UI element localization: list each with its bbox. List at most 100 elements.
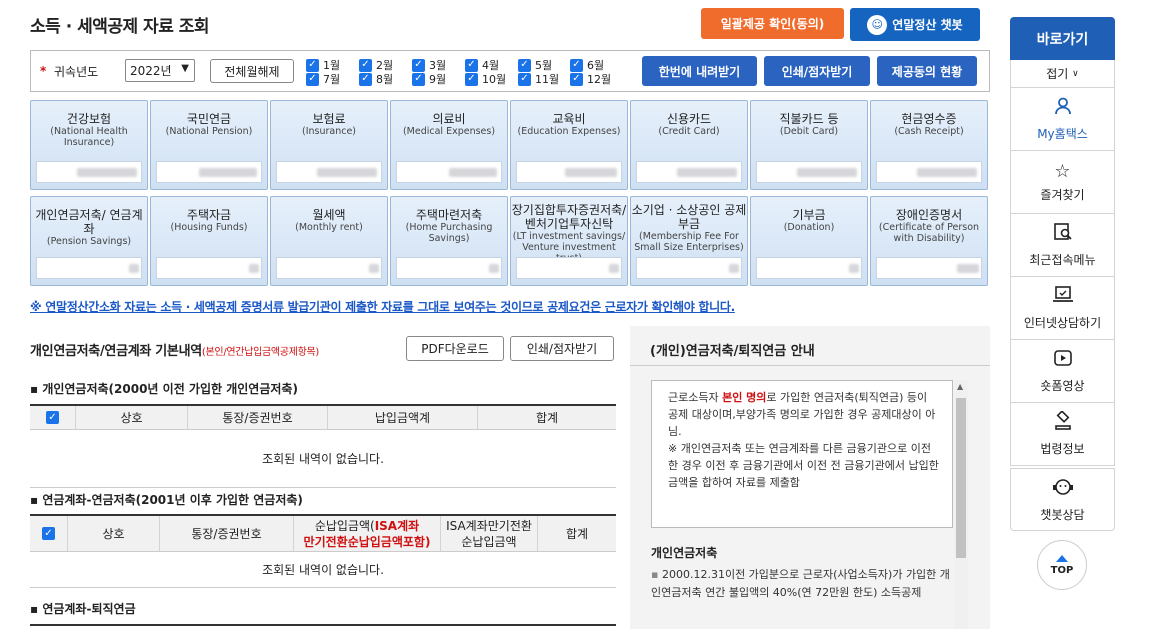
category-grid: 건강보험 (National Health Insurance) 국민연금 (Nat… [30, 100, 990, 288]
sidebar-header: 바로가기 [1010, 17, 1115, 60]
checkbox-checked-icon: ✓ [465, 58, 478, 72]
category-health-insurance[interactable]: 건강보험 (National Health Insurance) [30, 100, 148, 190]
gavel-icon [1053, 410, 1073, 436]
chatbot-icon [1052, 477, 1074, 502]
year-select[interactable]: 2022년 ▼ [125, 59, 195, 82]
category-cash-receipt[interactable]: 현금영수증 (Cash Receipt) [870, 100, 988, 190]
scroll-thumb[interactable] [956, 398, 966, 558]
table1-heading: ▪ 개인연금저축(2000년 이전 가입한 개인연금저축) [30, 382, 298, 396]
deselect-all-months-button[interactable]: 전체월해제 [210, 59, 294, 83]
select-all-checkbox[interactable]: ✓ [30, 406, 75, 429]
info-scrollbar[interactable]: ▲ [954, 380, 968, 629]
quick-links-sidebar: 바로가기 접기 ∨ My홈택스 ☆ 즐겨찾기 최근접속메뉴 인터넷상담하기 숏폼… [1010, 17, 1115, 531]
info-title: (개인)연금저축/퇴직연금 안내 [630, 326, 990, 366]
empty-message: 조회된 내역이 없습니다. [30, 552, 616, 588]
category-medical[interactable]: 의료비 (Medical Expenses) [390, 100, 508, 190]
category-lt-investment[interactable]: 장기집합투자증권저축/ 벤처기업투자신탁 (LT investment savin… [510, 196, 628, 286]
scroll-top-button[interactable]: TOP [1037, 540, 1087, 590]
month-checkbox-8[interactable]: ✓ 8월 [359, 71, 393, 87]
month-checkbox-7[interactable]: ✓ 7월 [306, 71, 340, 87]
amount-field [876, 257, 982, 279]
category-small-enterprise[interactable]: 소기업 · 소상공인 공제부금 (Membership Fee For Small… [630, 196, 748, 286]
amount-field [636, 161, 742, 183]
checkbox-checked-icon: ✓ [570, 58, 583, 72]
sidebar-fold-button[interactable]: 접기 ∨ [1010, 60, 1115, 88]
amount-field [396, 161, 502, 183]
download-all-button[interactable]: 한번에 내려받기 [642, 56, 757, 86]
select-all-checkbox[interactable]: ✓ [30, 516, 67, 551]
category-housing-funds[interactable]: 주택자금 (Housing Funds) [150, 196, 268, 286]
sidebar-item-online-consult[interactable]: 인터넷상담하기 [1010, 277, 1115, 340]
notice-link[interactable]: ※ 연말정산간소화 자료는 소득 · 세액공제 증명서류 발급기관이 제출한 자… [30, 298, 735, 315]
sidebar-item-chatbot[interactable]: 챗봇상담 [1010, 468, 1115, 531]
user-icon [1053, 96, 1073, 121]
amount-field [516, 161, 622, 183]
chatbot-button-label: 연말정산 챗봇 [892, 18, 963, 32]
section-subtitle: (본인/연간납입금액공제항목) [201, 347, 319, 358]
sidebar-item-shortform-video[interactable]: 숏폼영상 [1010, 340, 1115, 403]
chatbot-button[interactable]: ☺ 연말정산 챗봇 [850, 8, 980, 41]
chatbot-icon: ☺ [867, 14, 888, 35]
isa-payment-header: ISA계좌만기전환 순납입금액 [440, 516, 537, 551]
info-box: 근로소득자 본인 명의로 가입한 연금저축(퇴직연금) 등이 공제 대상이며,부… [651, 380, 953, 528]
table2-heading: ▪ 연금계좌-연금저축(2001년 이후 가입한 연금저축) [30, 493, 303, 507]
section-title: 개인연금저축/연금계좌 기본내역(본인/연간납입금액공제항목) [30, 344, 319, 359]
chevron-down-icon: ∨ [1072, 68, 1079, 79]
month-checkbox-11[interactable]: ✓ 11월 [518, 71, 559, 87]
category-national-pension[interactable]: 국민연금 (National Pension) [150, 100, 268, 190]
amount-field [756, 161, 862, 183]
checkbox-checked-icon: ✓ [465, 72, 478, 86]
month-checkbox-12[interactable]: ✓ 12월 [570, 71, 611, 87]
category-home-purchasing-savings[interactable]: 주택마련저축 (Home Purchasing Savings) [390, 196, 508, 286]
amount-field [36, 257, 142, 279]
checkbox-checked-icon: ✓ [570, 72, 583, 86]
checkbox-checked-icon: ✓ [412, 58, 425, 72]
checkbox-checked-icon: ✓ [359, 58, 372, 72]
required-mark: * [40, 64, 47, 78]
checkbox-checked-icon: ✓ [359, 72, 372, 86]
consent-status-button[interactable]: 제공동의 현황 [877, 56, 977, 86]
laptop-chat-icon [1052, 285, 1074, 310]
print-braille-button-2[interactable]: 인쇄/점자받기 [510, 336, 614, 361]
bulk-consent-button[interactable]: 일괄제공 확인(동의) [701, 8, 844, 39]
category-debit-card[interactable]: 직불카드 등 (Debit Card) [750, 100, 868, 190]
sidebar-item-my-hometax[interactable]: My홈택스 [1010, 88, 1115, 151]
category-education[interactable]: 교육비 (Education Expenses) [510, 100, 628, 190]
amount-field [516, 257, 622, 279]
info-panel: (개인)연금저축/퇴직연금 안내 근로소득자 본인 명의로 가입한 연금저축(퇴… [630, 326, 990, 629]
sidebar-item-legal-info[interactable]: 법령정보 [1010, 403, 1115, 466]
chevron-down-icon: ▼ [181, 63, 189, 74]
info-sub-heading: 개인연금저축 [651, 546, 718, 560]
sidebar-item-recent-menu[interactable]: 최근접속메뉴 [1010, 214, 1115, 277]
month-checkbox-9[interactable]: ✓ 9월 [412, 71, 446, 87]
empty-message: 조회된 내역이 없습니다. [30, 430, 616, 488]
category-monthly-rent[interactable]: 월세액 (Monthly rent) [270, 196, 388, 286]
amount-field [276, 161, 382, 183]
arrow-up-icon [1056, 554, 1068, 562]
net-payment-header: 순납입금액(ISA계좌 만기전환순납입금액포함) [293, 516, 440, 551]
play-icon [1053, 348, 1073, 373]
pension-savings-table: ✓ 상호 통장/증권번호 납입금액계 합계 조회된 내역이 없습니다. [30, 404, 616, 488]
pdf-download-button[interactable]: PDF다운로드 [406, 336, 504, 361]
pension-account-table: ✓ 상호 통장/증권번호 순납입금액(ISA계좌 만기전환순납입금액포함) IS… [30, 514, 616, 588]
scroll-up-icon[interactable]: ▲ [957, 382, 963, 391]
table3-heading: ▪ 연금계좌-퇴직연금 [30, 602, 136, 616]
month-checkbox-10[interactable]: ✓ 10월 [465, 71, 506, 87]
checkbox-checked-icon: ✓ [518, 72, 531, 86]
checkbox-checked-icon: ✓ [42, 527, 55, 540]
sidebar-item-favorites[interactable]: ☆ 즐겨찾기 [1010, 151, 1115, 214]
month-checkboxes: ✓ 1월 ✓ 2월 ✓ 3월 ✓ 4월 ✓ 5월 ✓ 6월 ✓ 7월 ✓ 8월 ✓ 9월 ✓ 10월… [306, 57, 626, 87]
amount-field [756, 257, 862, 279]
print-braille-button[interactable]: 인쇄/점자받기 [764, 56, 870, 86]
category-insurance[interactable]: 보험료 (Insurance) [270, 100, 388, 190]
category-pension-savings[interactable]: 개인연금저축/ 연금계좌 (Pension Savings) [30, 196, 148, 286]
checkbox-checked-icon: ✓ [46, 411, 59, 424]
checkbox-checked-icon: ✓ [412, 72, 425, 86]
amount-field [396, 257, 502, 279]
checkbox-checked-icon: ✓ [306, 72, 319, 86]
category-disability-certificate[interactable]: 장애인증명서 (Certificate of Person with Disabi… [870, 196, 988, 286]
amount-field [876, 161, 982, 183]
retirement-pension-table [30, 624, 616, 626]
category-donation[interactable]: 기부금 (Donation) [750, 196, 868, 286]
category-credit-card[interactable]: 신용카드 (Credit Card) [630, 100, 748, 190]
